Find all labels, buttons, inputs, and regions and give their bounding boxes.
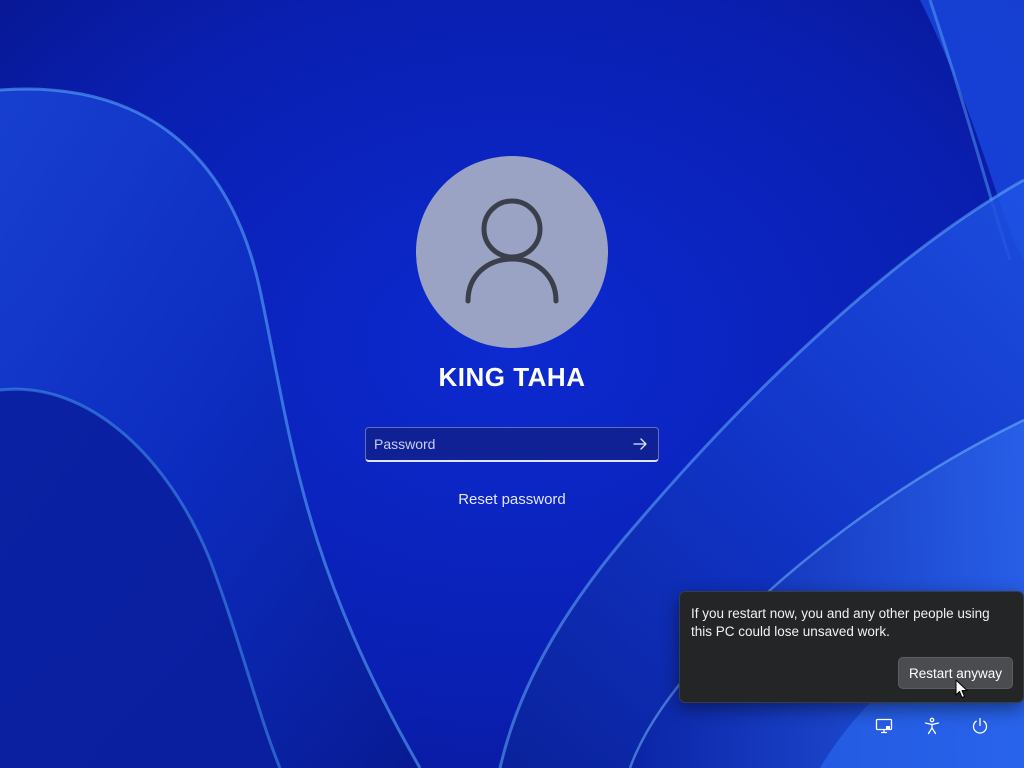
power-button[interactable] [966, 712, 994, 740]
submit-arrow-button[interactable] [622, 428, 658, 460]
restart-warning-message: If you restart now, you and any other pe… [691, 606, 990, 639]
password-field[interactable] [365, 427, 659, 462]
person-icon [465, 198, 559, 304]
restart-warning-flyout: If you restart now, you and any other pe… [679, 591, 1024, 703]
power-icon [972, 717, 988, 734]
network-icon [875, 718, 893, 734]
user-avatar [416, 156, 608, 348]
password-input[interactable] [366, 428, 622, 460]
network-button[interactable] [870, 712, 898, 740]
restart-anyway-button[interactable]: Restart anyway [898, 657, 1013, 689]
user-name: KING TAHA [438, 362, 586, 392]
arrow-right-icon [633, 438, 647, 450]
accessibility-button[interactable] [918, 712, 946, 740]
accessibility-icon [924, 717, 940, 735]
lock-screen: KING TAHA Reset password If you restart … [0, 0, 1024, 768]
reset-password-link[interactable]: Reset password [412, 491, 612, 508]
